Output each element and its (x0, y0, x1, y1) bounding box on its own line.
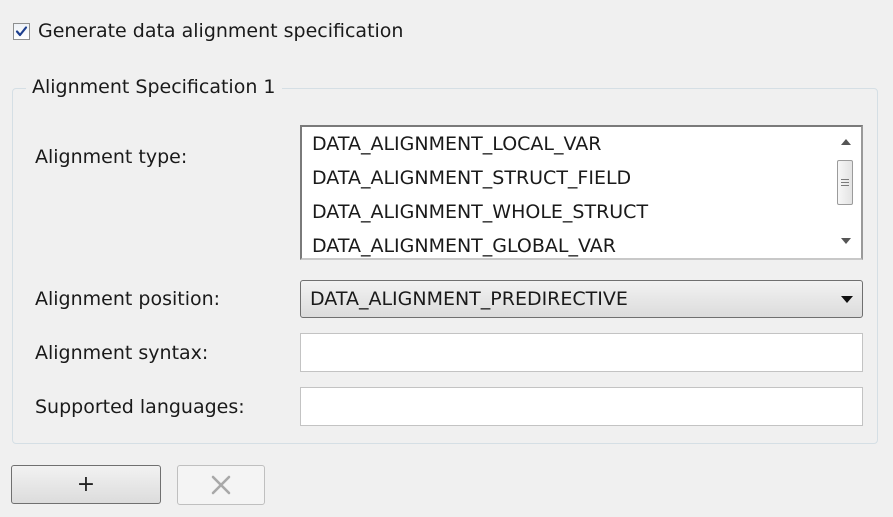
supported-languages-input[interactable] (300, 387, 863, 426)
chevron-down-icon (841, 296, 853, 303)
dropdown-selected-value: DATA_ALIGNMENT_PREDIRECTIVE (310, 288, 628, 310)
add-spec-button[interactable]: + (11, 465, 161, 504)
supported-languages-label: Supported languages: (35, 396, 245, 418)
scroll-up-icon[interactable] (831, 131, 861, 153)
alignment-position-label: Alignment position: (35, 288, 221, 310)
close-icon (211, 475, 231, 495)
vertical-scrollbar[interactable] (831, 127, 861, 258)
generate-checkbox[interactable] (13, 23, 30, 40)
alignment-type-label: Alignment type: (35, 146, 188, 168)
alignment-type-listbox[interactable]: DATA_ALIGNMENT_LOCAL_VAR DATA_ALIGNMENT_… (300, 125, 863, 260)
checkmark-icon (15, 26, 28, 37)
scrollbar-thumb[interactable] (837, 160, 853, 205)
alignment-syntax-label: Alignment syntax: (35, 342, 209, 364)
remove-spec-button[interactable] (177, 465, 265, 505)
generate-checkbox-label[interactable]: Generate data alignment specification (38, 17, 403, 45)
list-item[interactable]: DATA_ALIGNMENT_GLOBAL_VAR (302, 229, 831, 258)
group-title: Alignment Specification 1 (26, 73, 282, 101)
list-item[interactable]: DATA_ALIGNMENT_WHOLE_STRUCT (302, 195, 831, 229)
scroll-down-icon[interactable] (831, 230, 861, 252)
list-item[interactable]: DATA_ALIGNMENT_LOCAL_VAR (302, 127, 831, 161)
add-button-label: + (76, 472, 96, 497)
alignment-position-dropdown[interactable]: DATA_ALIGNMENT_PREDIRECTIVE (300, 280, 863, 318)
list-item[interactable]: DATA_ALIGNMENT_STRUCT_FIELD (302, 161, 831, 195)
alignment-syntax-input[interactable] (300, 333, 863, 372)
grip-icon (841, 178, 849, 187)
